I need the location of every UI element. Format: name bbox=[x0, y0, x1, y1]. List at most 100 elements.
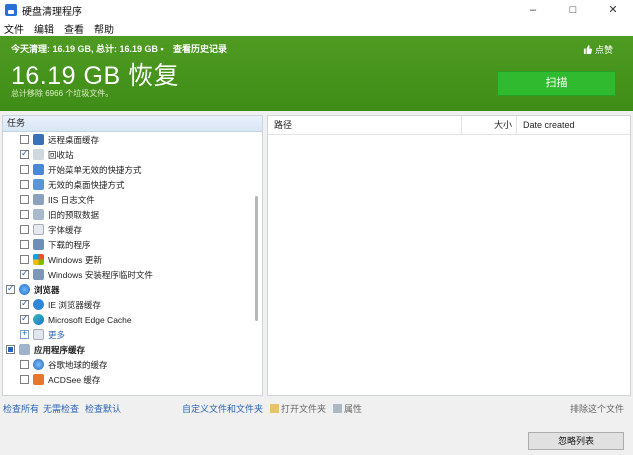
menu-bar: 文件 编辑 查看 帮助 bbox=[0, 20, 633, 36]
task-label: Windows 安装程序临时文件 bbox=[48, 269, 153, 280]
task-item-iis-logs[interactable]: IIS 日志文件 bbox=[3, 192, 262, 207]
files-panel: 路径 大小 Date created bbox=[267, 115, 631, 396]
task-item-font-cache[interactable]: 字体缓存 bbox=[3, 222, 262, 237]
properties-label: 属性 bbox=[344, 404, 363, 414]
summary-banner: 今天清理: 16.19 GB, 总计: 16.19 GB • 查看历史记录 16… bbox=[0, 36, 633, 111]
like-label: 点赞 bbox=[594, 45, 613, 55]
task-checkbox[interactable] bbox=[20, 360, 29, 369]
ie-icon bbox=[33, 299, 44, 310]
task-label: 无效的桌面快捷方式 bbox=[48, 179, 125, 190]
check-default-link[interactable]: 检查默认 bbox=[85, 402, 121, 415]
maximize-button[interactable]: □ bbox=[553, 0, 593, 20]
app-icon bbox=[5, 4, 17, 16]
history-link[interactable]: 查看历史记录 bbox=[173, 42, 227, 55]
task-more-browsers[interactable]: 更多 bbox=[3, 327, 262, 342]
like-button[interactable]: 点赞 bbox=[583, 43, 613, 56]
globe-icon bbox=[19, 284, 30, 295]
check-all-link[interactable]: 检查所有 bbox=[3, 402, 39, 415]
task-checkbox[interactable] bbox=[20, 210, 29, 219]
custom-files-link[interactable]: 自定义文件和文件夹 bbox=[182, 402, 263, 415]
app-cache-icon bbox=[19, 344, 30, 355]
group-label: 应用程序缓存 bbox=[34, 344, 86, 355]
task-label: 远程桌面缓存 bbox=[48, 134, 100, 145]
task-checkbox[interactable] bbox=[20, 180, 29, 189]
properties-icon bbox=[333, 404, 342, 413]
task-checkbox[interactable] bbox=[20, 255, 29, 264]
group-checkbox[interactable] bbox=[6, 345, 15, 354]
removed-count-text: 总计移除 6966 个垃圾文件。 bbox=[11, 89, 114, 98]
column-date-created[interactable]: Date created bbox=[517, 116, 617, 134]
task-checkbox[interactable] bbox=[20, 225, 29, 234]
more-icon bbox=[33, 329, 44, 340]
task-label: Windows 更新 bbox=[48, 254, 102, 265]
task-item-prefetch[interactable]: 旧的预取数据 bbox=[3, 207, 262, 222]
task-checkbox[interactable] bbox=[20, 298, 29, 309]
desktop-shortcut-icon bbox=[33, 179, 44, 190]
open-folder-label: 打开文件夹 bbox=[281, 404, 327, 414]
task-label: 旧的预取数据 bbox=[48, 209, 100, 220]
task-label: IIS 日志文件 bbox=[48, 194, 95, 205]
menu-view[interactable]: 查看 bbox=[64, 21, 84, 36]
column-path[interactable]: 路径 bbox=[268, 116, 462, 134]
check-none-link[interactable]: 无需检查 bbox=[43, 402, 79, 415]
tasks-list: 远程桌面缓存 回收站 开始菜单无效的快捷方式 无效的桌面快捷方式 IIS 日志文… bbox=[3, 132, 262, 387]
menu-edit[interactable]: 编辑 bbox=[34, 21, 54, 36]
task-checkbox[interactable] bbox=[20, 195, 29, 204]
title-bar: 硬盘清理程序 – □ ✕ bbox=[0, 0, 633, 20]
task-label: 字体缓存 bbox=[48, 224, 83, 235]
tasks-scrollbar[interactable] bbox=[255, 196, 258, 321]
task-item-desktop-shortcuts[interactable]: 无效的桌面快捷方式 bbox=[3, 177, 262, 192]
recovered-amount: 16.19 GB 恢复 bbox=[11, 62, 180, 90]
task-item-downloaded-programs[interactable]: 下载的程序 bbox=[3, 237, 262, 252]
exclude-file-action[interactable]: 排除这个文件 bbox=[570, 402, 624, 415]
expand-icon[interactable] bbox=[20, 328, 29, 339]
task-item-acdsee-cache[interactable]: ACDSee 缓存 bbox=[3, 372, 262, 387]
task-checkbox[interactable] bbox=[20, 165, 29, 174]
window-title: 硬盘清理程序 bbox=[22, 6, 82, 18]
task-label: 谷歌地球的缓存 bbox=[48, 359, 108, 370]
files-table-header: 路径 大小 Date created bbox=[268, 116, 630, 135]
open-folder-action[interactable]: 打开文件夹 bbox=[270, 402, 326, 415]
column-size[interactable]: 大小 bbox=[462, 116, 517, 134]
task-checkbox[interactable] bbox=[20, 268, 29, 279]
installer-icon bbox=[33, 269, 44, 280]
task-item-remote-desktop-cache[interactable]: 远程桌面缓存 bbox=[3, 132, 262, 147]
scan-button[interactable]: 扫描 bbox=[497, 71, 616, 96]
task-label: 下载的程序 bbox=[48, 239, 91, 250]
menu-help[interactable]: 帮助 bbox=[94, 21, 114, 36]
menu-file[interactable]: 文件 bbox=[4, 21, 24, 36]
task-label: Microsoft Edge Cache bbox=[48, 314, 132, 325]
windows-update-icon bbox=[33, 254, 44, 265]
tasks-header: 任务 bbox=[3, 116, 262, 132]
task-group-app-cache[interactable]: 应用程序缓存 bbox=[3, 342, 262, 357]
group-label: 浏览器 bbox=[34, 284, 60, 295]
thumbs-up-icon bbox=[583, 45, 592, 54]
task-checkbox[interactable] bbox=[20, 240, 29, 249]
task-item-ie-cache[interactable]: IE 浏览器缓存 bbox=[3, 297, 262, 312]
task-label: ACDSee 缓存 bbox=[48, 374, 101, 385]
task-item-installer-temp[interactable]: Windows 安装程序临时文件 bbox=[3, 267, 262, 282]
prefetch-icon bbox=[33, 209, 44, 220]
properties-action[interactable]: 属性 bbox=[333, 402, 362, 415]
task-item-start-menu-shortcuts[interactable]: 开始菜单无效的快捷方式 bbox=[3, 162, 262, 177]
folder-icon bbox=[270, 404, 279, 413]
start-menu-icon bbox=[33, 164, 44, 175]
task-checkbox[interactable] bbox=[20, 148, 29, 159]
task-item-google-earth-cache[interactable]: 谷歌地球的缓存 bbox=[3, 357, 262, 372]
task-checkbox[interactable] bbox=[20, 135, 29, 144]
ignore-list-button[interactable]: 忽略列表 bbox=[528, 432, 624, 450]
task-checkbox[interactable] bbox=[20, 375, 29, 384]
group-checkbox[interactable] bbox=[6, 283, 15, 294]
close-button[interactable]: ✕ bbox=[593, 0, 633, 20]
today-summary: 今天清理: 16.19 GB, 总计: 16.19 GB • bbox=[11, 44, 164, 54]
task-item-windows-update[interactable]: Windows 更新 bbox=[3, 252, 262, 267]
tasks-panel: 任务 远程桌面缓存 回收站 开始菜单无效的快捷方式 无效的桌面快捷方式 IIS … bbox=[2, 115, 263, 396]
task-group-browsers[interactable]: 浏览器 bbox=[3, 282, 262, 297]
minimize-button[interactable]: – bbox=[513, 0, 553, 20]
task-checkbox[interactable] bbox=[20, 313, 29, 324]
google-earth-icon bbox=[33, 359, 44, 370]
task-item-edge-cache[interactable]: Microsoft Edge Cache bbox=[3, 312, 262, 327]
task-item-recycle-bin[interactable]: 回收站 bbox=[3, 147, 262, 162]
more-link[interactable]: 更多 bbox=[48, 329, 65, 341]
log-file-icon bbox=[33, 194, 44, 205]
